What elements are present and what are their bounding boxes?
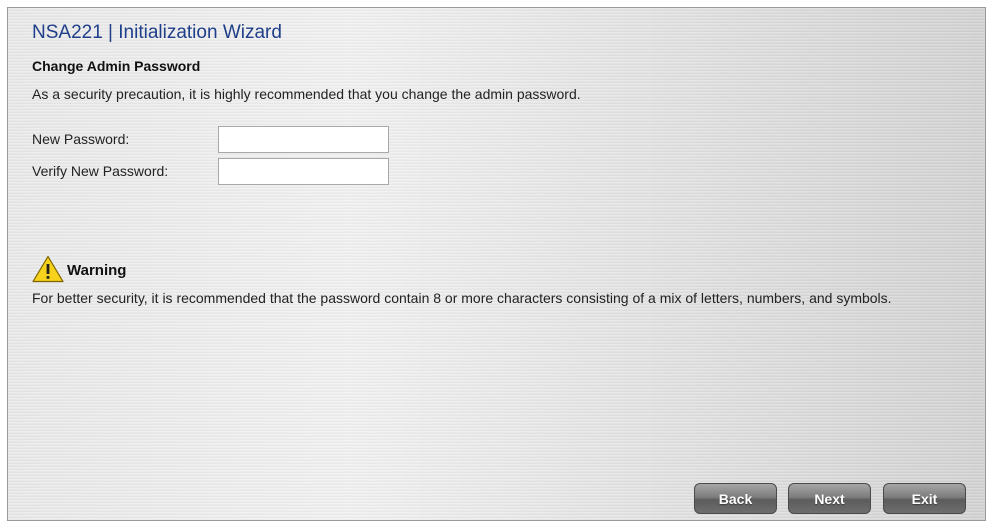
intro-text: As a security precaution, it is highly r… — [32, 86, 581, 102]
wizard-title: NSA221 | Initialization Wizard — [32, 22, 282, 43]
new-password-input[interactable] — [218, 126, 389, 153]
back-button[interactable]: Back — [694, 483, 777, 514]
initialization-wizard-panel: NSA221 | Initialization Wizard Change Ad… — [7, 7, 986, 521]
section-title: Change Admin Password — [32, 58, 201, 74]
warning-title: Warning — [67, 262, 127, 279]
new-password-label: New Password: — [32, 131, 130, 147]
verify-password-label: Verify New Password: — [32, 163, 169, 179]
exit-button[interactable]: Exit — [883, 483, 966, 514]
verify-password-input[interactable] — [218, 158, 389, 185]
warning-text: For better security, it is recommended t… — [32, 290, 892, 306]
next-button[interactable]: Next — [788, 483, 871, 514]
warning-header: Warning — [32, 255, 126, 283]
warning-triangle-icon — [32, 255, 64, 283]
